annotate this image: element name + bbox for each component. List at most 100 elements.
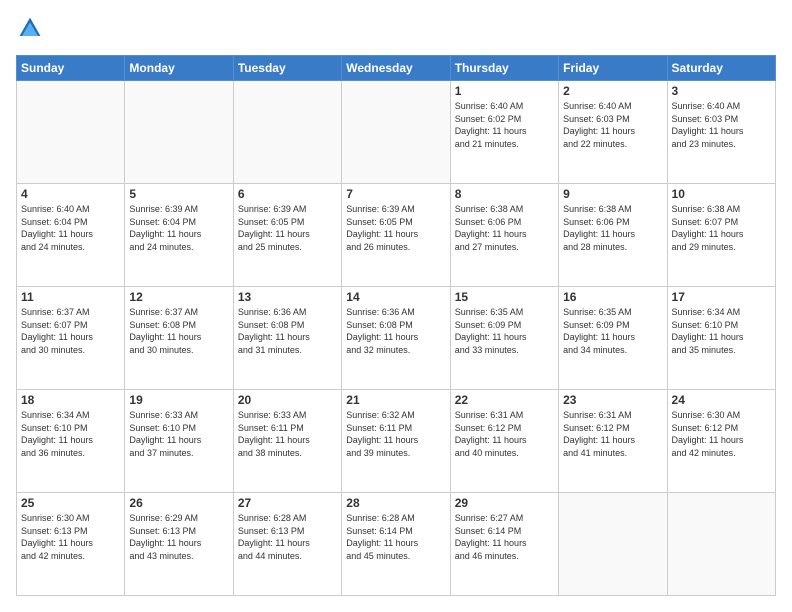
calendar-cell: 3 Sunrise: 6:40 AM Sunset: 6:03 PM Daylig… [667, 81, 775, 184]
weekday-header-thursday: Thursday [450, 56, 558, 81]
weekday-header-sunday: Sunday [17, 56, 125, 81]
day-number: 24 [672, 393, 771, 407]
day-number: 29 [455, 496, 554, 510]
calendar-cell: 29Sunrise: 6:27 AM Sunset: 6:14 PM Dayli… [450, 493, 558, 596]
calendar-cell [342, 81, 450, 184]
calendar-cell: 1 Sunrise: 6:40 AM Sunset: 6:02 PM Daylig… [450, 81, 558, 184]
calendar-cell: 25Sunrise: 6:30 AM Sunset: 6:13 PM Dayli… [17, 493, 125, 596]
calendar-cell: 24 Sunrise: 6:30 AM Sunset: 6:12 PM Dayli… [667, 390, 775, 493]
day-number: 27 [238, 496, 337, 510]
day-info: Sunrise: 6:32 AM Sunset: 6:11 PM Dayligh… [346, 409, 445, 459]
day-info: Sunrise: 6:31 AM Sunset: 6:12 PM Dayligh… [455, 409, 554, 459]
day-number: 21 [346, 393, 445, 407]
day-info: Sunrise: 6:28 AM Sunset: 6:13 PM Dayligh… [238, 512, 337, 562]
day-number: 2 [563, 84, 662, 98]
calendar-cell: 27 Sunrise: 6:28 AM Sunset: 6:13 PM Dayli… [233, 493, 341, 596]
day-info: Sunrise: 6:39 AM Sunset: 6:05 PM Dayligh… [238, 203, 337, 253]
day-info: Sunrise: 6:31 AM Sunset: 6:12 PM Dayligh… [563, 409, 662, 459]
day-info: Sunrise: 6:37 AM Sunset: 6:08 PM Dayligh… [129, 306, 228, 356]
calendar-cell: 4 Sunrise: 6:40 AM Sunset: 6:04 PM Daylig… [17, 184, 125, 287]
day-info: Sunrise: 6:39 AM Sunset: 6:04 PM Dayligh… [129, 203, 228, 253]
day-number: 18 [21, 393, 120, 407]
logo [16, 16, 42, 45]
day-number: 9 [563, 187, 662, 201]
day-info: Sunrise: 6:28 AM Sunset: 6:14 PM Dayligh… [346, 512, 445, 562]
day-info: Sunrise: 6:33 AM Sunset: 6:10 PM Dayligh… [129, 409, 228, 459]
calendar-cell: 26 Sunrise: 6:29 AM Sunset: 6:13 PM Dayli… [125, 493, 233, 596]
day-info: Sunrise: 6:38 AM Sunset: 6:06 PM Dayligh… [455, 203, 554, 253]
calendar-cell: 21 Sunrise: 6:32 AM Sunset: 6:11 PM Dayli… [342, 390, 450, 493]
day-number: 7 [346, 187, 445, 201]
day-number: 12 [129, 290, 228, 304]
calendar-table: SundayMondayTuesdayWednesdayThursdayFrid… [16, 55, 776, 596]
day-info: Sunrise: 6:30 AM Sunset: 6:13 PM Dayligh… [21, 512, 120, 562]
calendar-cell [125, 81, 233, 184]
day-info: Sunrise: 6:35 AM Sunset: 6:09 PM Dayligh… [455, 306, 554, 356]
calendar-cell: 6 Sunrise: 6:39 AM Sunset: 6:05 PM Daylig… [233, 184, 341, 287]
calendar-cell: 23 Sunrise: 6:31 AM Sunset: 6:12 PM Dayli… [559, 390, 667, 493]
calendar-cell: 14 Sunrise: 6:36 AM Sunset: 6:08 PM Dayli… [342, 287, 450, 390]
day-number: 15 [455, 290, 554, 304]
day-number: 20 [238, 393, 337, 407]
day-number: 22 [455, 393, 554, 407]
calendar-cell [559, 493, 667, 596]
weekday-header-wednesday: Wednesday [342, 56, 450, 81]
day-info: Sunrise: 6:40 AM Sunset: 6:03 PM Dayligh… [672, 100, 771, 150]
day-number: 19 [129, 393, 228, 407]
calendar-header-row: SundayMondayTuesdayWednesdayThursdayFrid… [17, 56, 776, 81]
weekday-header-monday: Monday [125, 56, 233, 81]
calendar-cell: 20 Sunrise: 6:33 AM Sunset: 6:11 PM Dayli… [233, 390, 341, 493]
day-number: 14 [346, 290, 445, 304]
day-info: Sunrise: 6:30 AM Sunset: 6:12 PM Dayligh… [672, 409, 771, 459]
day-number: 6 [238, 187, 337, 201]
day-info: Sunrise: 6:36 AM Sunset: 6:08 PM Dayligh… [346, 306, 445, 356]
calendar-week-2: 4 Sunrise: 6:40 AM Sunset: 6:04 PM Daylig… [17, 184, 776, 287]
day-info: Sunrise: 6:38 AM Sunset: 6:06 PM Dayligh… [563, 203, 662, 253]
calendar-cell: 7 Sunrise: 6:39 AM Sunset: 6:05 PM Daylig… [342, 184, 450, 287]
calendar-week-4: 18 Sunrise: 6:34 AM Sunset: 6:10 PM Dayli… [17, 390, 776, 493]
calendar-cell: 18 Sunrise: 6:34 AM Sunset: 6:10 PM Dayli… [17, 390, 125, 493]
day-number: 1 [455, 84, 554, 98]
calendar-cell [233, 81, 341, 184]
calendar-cell: 12 Sunrise: 6:37 AM Sunset: 6:08 PM Dayli… [125, 287, 233, 390]
calendar-cell: 11 Sunrise: 6:37 AM Sunset: 6:07 PM Dayli… [17, 287, 125, 390]
day-number: 13 [238, 290, 337, 304]
day-number: 28 [346, 496, 445, 510]
calendar-cell: 17Sunrise: 6:34 AM Sunset: 6:10 PM Dayli… [667, 287, 775, 390]
day-info: Sunrise: 6:35 AM Sunset: 6:09 PM Dayligh… [563, 306, 662, 356]
calendar-cell: 5 Sunrise: 6:39 AM Sunset: 6:04 PM Daylig… [125, 184, 233, 287]
weekday-header-friday: Friday [559, 56, 667, 81]
day-info: Sunrise: 6:40 AM Sunset: 6:04 PM Dayligh… [21, 203, 120, 253]
calendar-cell [17, 81, 125, 184]
calendar-cell: 16 Sunrise: 6:35 AM Sunset: 6:09 PM Dayli… [559, 287, 667, 390]
calendar-cell: 19 Sunrise: 6:33 AM Sunset: 6:10 PM Dayli… [125, 390, 233, 493]
page: SundayMondayTuesdayWednesdayThursdayFrid… [0, 0, 792, 612]
day-info: Sunrise: 6:40 AM Sunset: 6:02 PM Dayligh… [455, 100, 554, 150]
day-info: Sunrise: 6:37 AM Sunset: 6:07 PM Dayligh… [21, 306, 120, 356]
day-info: Sunrise: 6:38 AM Sunset: 6:07 PM Dayligh… [672, 203, 771, 253]
day-info: Sunrise: 6:36 AM Sunset: 6:08 PM Dayligh… [238, 306, 337, 356]
weekday-header-saturday: Saturday [667, 56, 775, 81]
day-number: 17 [672, 290, 771, 304]
day-info: Sunrise: 6:29 AM Sunset: 6:13 PM Dayligh… [129, 512, 228, 562]
calendar-cell: 13 Sunrise: 6:36 AM Sunset: 6:08 PM Dayli… [233, 287, 341, 390]
calendar-week-1: 1 Sunrise: 6:40 AM Sunset: 6:02 PM Daylig… [17, 81, 776, 184]
day-number: 5 [129, 187, 228, 201]
day-info: Sunrise: 6:33 AM Sunset: 6:11 PM Dayligh… [238, 409, 337, 459]
calendar-cell: 8 Sunrise: 6:38 AM Sunset: 6:06 PM Daylig… [450, 184, 558, 287]
day-number: 3 [672, 84, 771, 98]
calendar-cell: 15 Sunrise: 6:35 AM Sunset: 6:09 PM Dayli… [450, 287, 558, 390]
calendar-cell [667, 493, 775, 596]
calendar-cell: 2Sunrise: 6:40 AM Sunset: 6:03 PM Daylig… [559, 81, 667, 184]
day-number: 11 [21, 290, 120, 304]
day-number: 4 [21, 187, 120, 201]
calendar-week-3: 11 Sunrise: 6:37 AM Sunset: 6:07 PM Dayli… [17, 287, 776, 390]
day-number: 16 [563, 290, 662, 304]
day-number: 26 [129, 496, 228, 510]
day-number: 23 [563, 393, 662, 407]
day-info: Sunrise: 6:34 AM Sunset: 6:10 PM Dayligh… [21, 409, 120, 459]
day-number: 8 [455, 187, 554, 201]
calendar-cell: 10 Sunrise: 6:38 AM Sunset: 6:07 PM Dayli… [667, 184, 775, 287]
day-info: Sunrise: 6:39 AM Sunset: 6:05 PM Dayligh… [346, 203, 445, 253]
day-number: 10 [672, 187, 771, 201]
